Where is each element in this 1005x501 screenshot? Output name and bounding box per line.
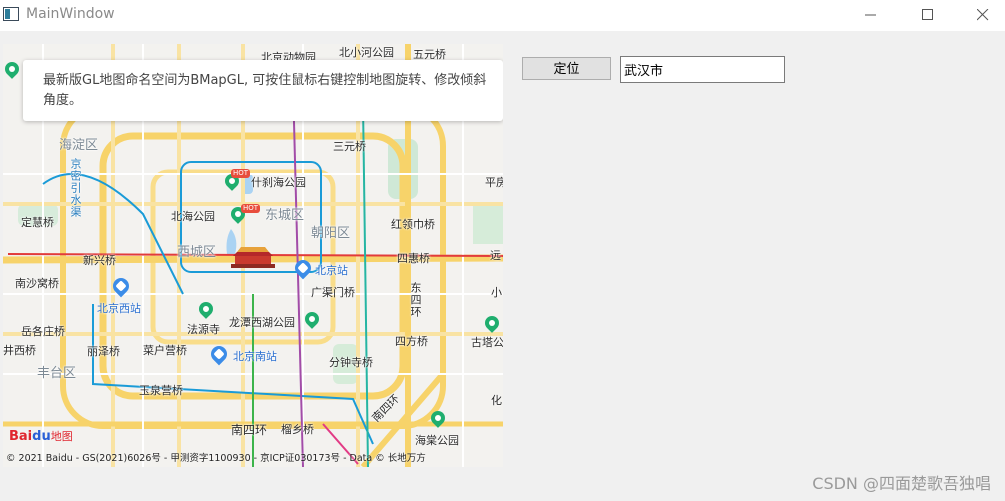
district-label: 西城区: [177, 245, 217, 260]
logo-text-en: Bai: [9, 429, 33, 444]
map-notice-banner: 最新版GL地图命名空间为BMapGL, 可按住鼠标右键控制地图旋转、修改倾斜角度…: [23, 60, 503, 121]
map-label: 菜户营桥: [143, 344, 187, 357]
map-label: 南沙窝桥: [15, 277, 59, 290]
csdn-watermark: CSDN @四面楚歌吾独唱: [812, 474, 991, 493]
close-icon: [977, 9, 989, 21]
map-label: 小: [491, 286, 502, 299]
map-label: 丽泽桥: [87, 345, 120, 358]
map-label: 井西桥: [3, 344, 36, 357]
district-label: 海淀区: [59, 138, 99, 153]
district-label: 朝阳区: [311, 226, 351, 241]
hot-badge: HOT: [231, 169, 251, 178]
title-bar: MainWindow: [0, 0, 1005, 31]
district-label: 丰台区: [37, 366, 77, 381]
hot-badge: HOT: [241, 204, 261, 213]
tiananmen-landmark-icon: [231, 247, 275, 268]
baidu-map-logo: Baidu地图: [9, 428, 73, 444]
map-view[interactable]: HOT HOT 北京动物园 北小河公园 五元桥 海淀区 京密引水渠 三元桥 什刹…: [3, 44, 503, 467]
district-label: 东城区: [265, 208, 305, 223]
map-label: 四方桥: [395, 335, 428, 348]
map-label: 海棠公园: [415, 434, 459, 447]
locate-button[interactable]: 定位: [522, 57, 611, 80]
city-input[interactable]: [620, 56, 785, 83]
maximize-icon: [922, 9, 933, 20]
window-title: MainWindow: [26, 6, 115, 22]
station-label: 北京站: [315, 264, 348, 277]
map-label: 新兴桥: [83, 254, 116, 267]
map-label: 法源寺: [187, 323, 220, 336]
map-label: 化: [491, 394, 502, 407]
map-label: 红领巾桥: [391, 218, 435, 231]
map-label: 龙潭西湖公园: [229, 316, 295, 329]
map-copyright: © 2021 Baidu - GS(2021)6026号 - 甲测资字11009…: [6, 453, 426, 464]
station-label: 北京西站: [97, 302, 141, 315]
maximize-button[interactable]: [905, 0, 951, 31]
map-label: 什刹海公园: [251, 176, 306, 189]
logo-text-paw: du: [32, 429, 51, 444]
minimize-button[interactable]: [848, 0, 894, 31]
app-window-icon: [3, 7, 19, 21]
map-label: 定慧桥: [21, 216, 54, 229]
minimize-icon: [865, 14, 876, 16]
map-label: 四惠桥: [397, 252, 430, 265]
road-label: 南四环: [231, 423, 268, 437]
map-label: 平房: [485, 176, 503, 189]
close-button[interactable]: [960, 0, 1005, 31]
road-label: 东四环: [409, 282, 422, 318]
map-label: 北海公园: [171, 210, 215, 223]
map-label: 北小河公园: [339, 46, 394, 59]
map-label: 榴乡桥: [281, 423, 314, 436]
station-label: 北京南站: [233, 350, 277, 363]
map-label: 三元桥: [333, 140, 366, 153]
map-label: 岳各庄桥: [21, 325, 65, 338]
map-label: 广渠门桥: [311, 286, 355, 299]
map-label: 远: [490, 249, 501, 262]
river-label: 京密引水渠: [69, 158, 82, 218]
map-label: 分钟寺桥: [329, 356, 373, 369]
map-label: 古塔公: [471, 336, 503, 349]
notice-text: 最新版GL地图命名空间为BMapGL, 可按住鼠标右键控制地图旋转、修改倾斜角度…: [43, 73, 487, 108]
logo-text-cn: 地图: [50, 430, 73, 443]
map-label: 玉泉营桥: [139, 384, 183, 397]
